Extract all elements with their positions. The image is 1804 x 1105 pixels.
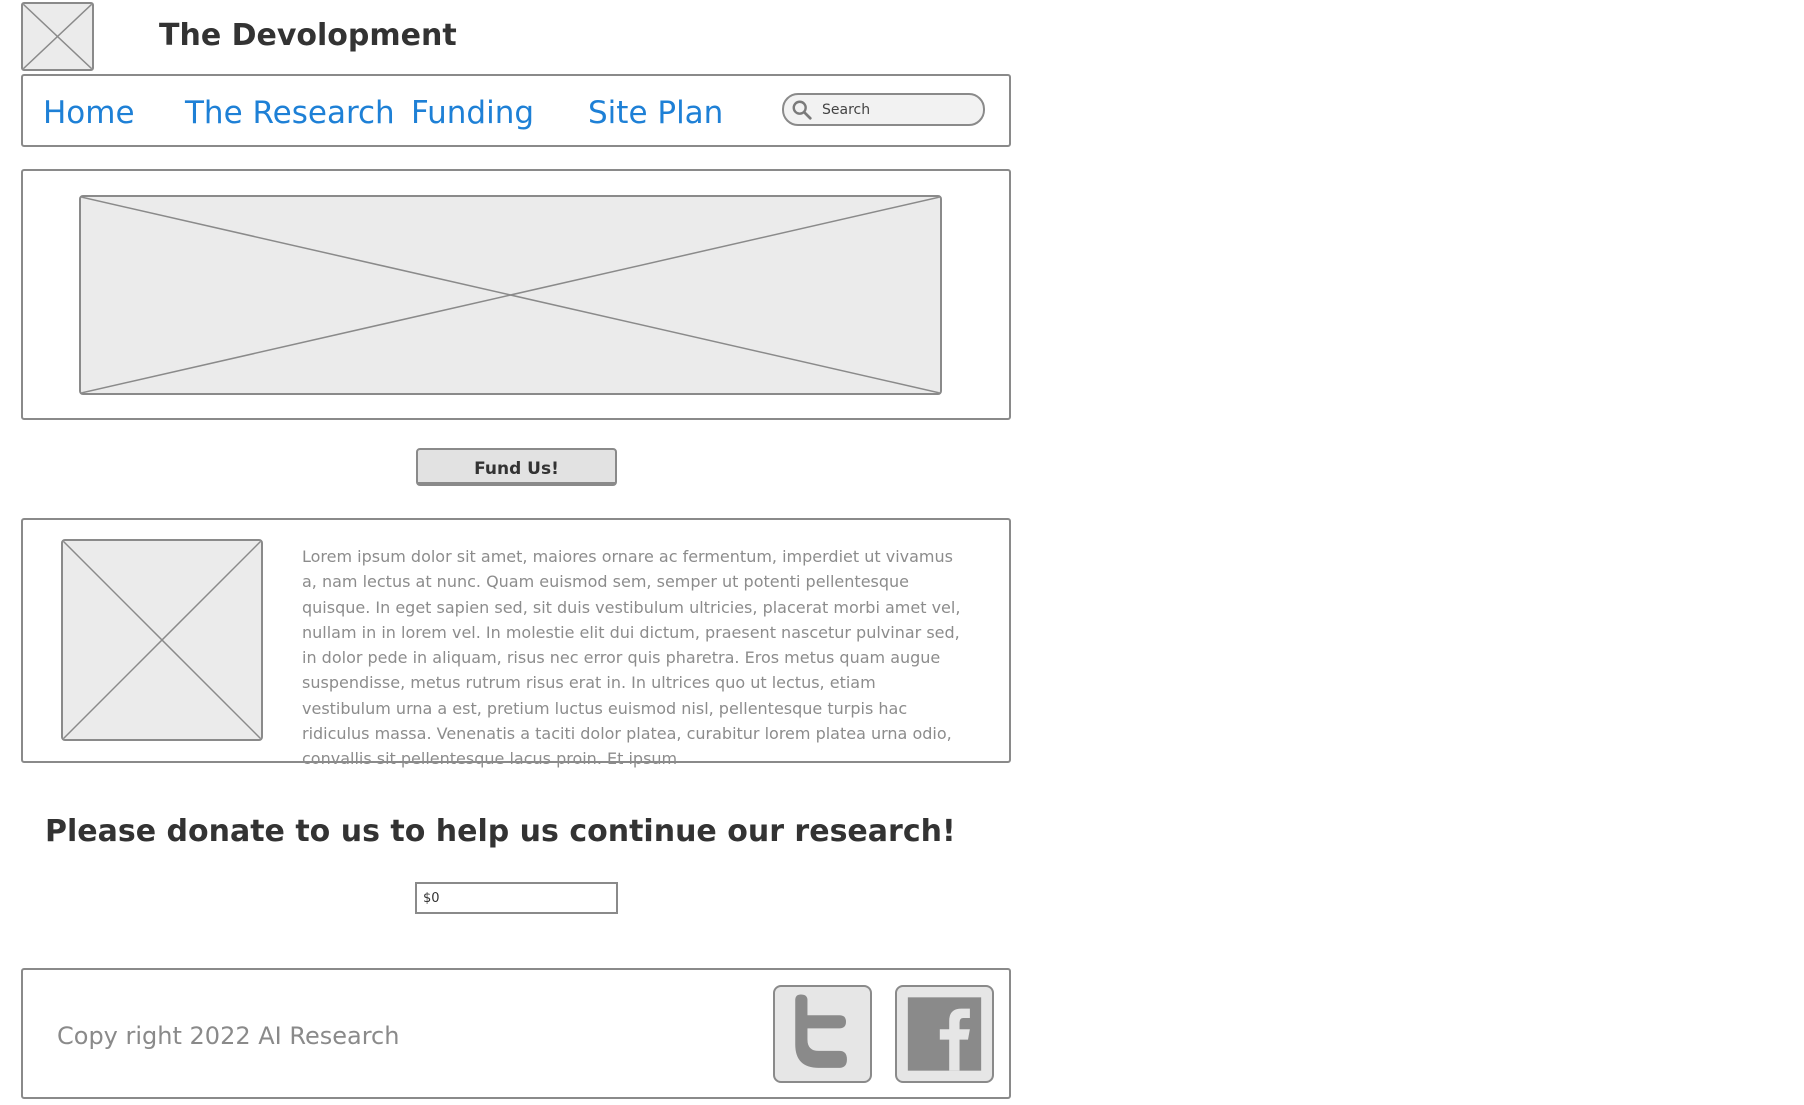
content-paragraph: Lorem ipsum dolor sit amet, maiores orna… xyxy=(302,547,961,769)
twitter-icon xyxy=(795,994,847,1068)
image-placeholder-icon xyxy=(23,4,92,69)
search-icon xyxy=(792,100,812,120)
search-input[interactable]: Search xyxy=(782,93,985,126)
twitter-button[interactable] xyxy=(773,985,872,1083)
image-placeholder-icon xyxy=(81,197,940,393)
logo-placeholder xyxy=(21,2,94,71)
hero-image-placeholder xyxy=(79,195,942,395)
fund-us-button[interactable]: Fund Us! xyxy=(416,448,617,486)
copyright-text: Copy right 2022 AI Research xyxy=(57,1022,400,1050)
donate-heading: Please donate to us to help us continue … xyxy=(45,814,956,849)
facebook-icon xyxy=(907,997,982,1071)
facebook-button[interactable] xyxy=(895,985,994,1083)
content-image-placeholder xyxy=(61,539,263,741)
nav-item-the-research[interactable]: The Research xyxy=(185,95,395,131)
image-placeholder-icon xyxy=(63,541,261,739)
nav-item-home[interactable]: Home xyxy=(43,95,135,131)
nav-item-site-plan[interactable]: Site Plan xyxy=(588,95,723,131)
nav-item-funding[interactable]: Funding xyxy=(411,95,534,131)
search-placeholder: Search xyxy=(822,102,871,118)
site-title: The Devolopment xyxy=(159,18,457,53)
donation-amount-field[interactable] xyxy=(415,882,618,914)
